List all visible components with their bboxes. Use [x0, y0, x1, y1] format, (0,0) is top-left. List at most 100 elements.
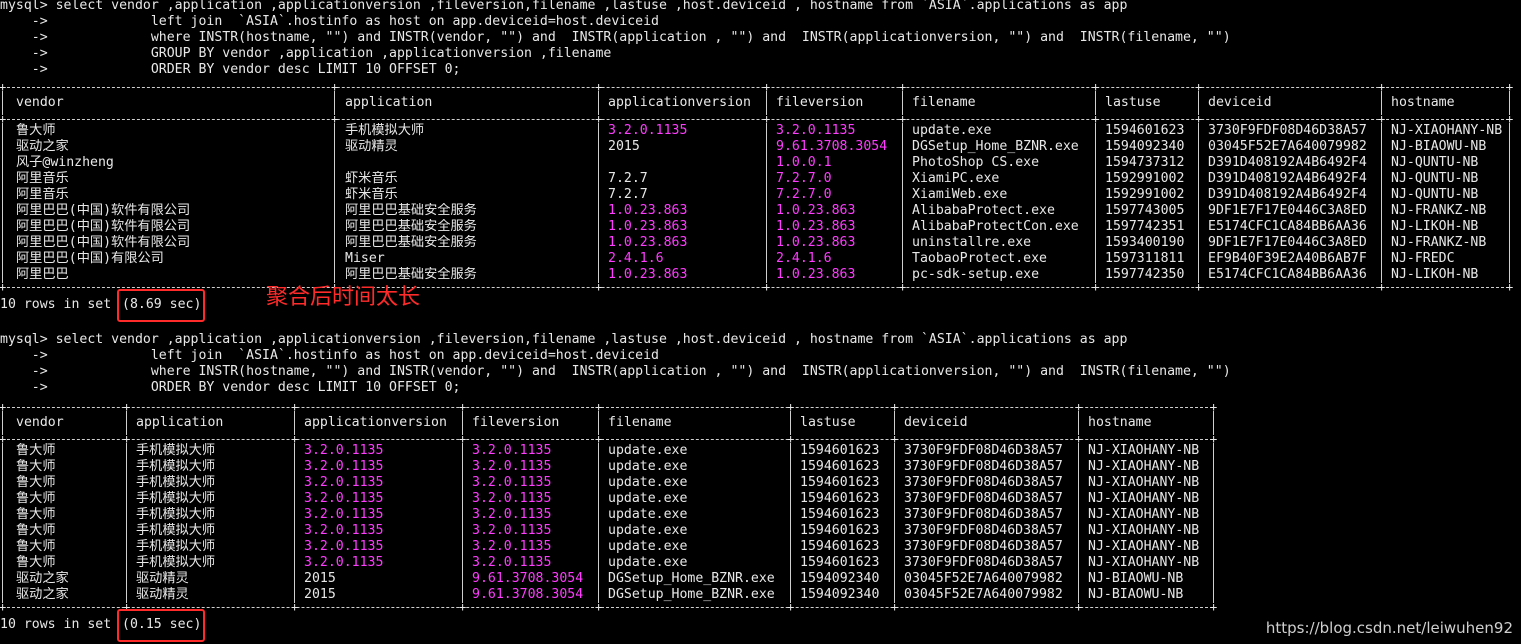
table-cell[interactable]: 2015 — [608, 139, 640, 155]
table-cell[interactable]: 3.2.0.1135 — [304, 443, 383, 459]
table-cell[interactable]: 9.61.3708.3054 — [472, 571, 583, 587]
table-cell[interactable]: 1597742351 — [1105, 219, 1184, 235]
table-cell[interactable]: 阿里巴巴(中国)有限公司 — [16, 251, 164, 267]
table-cell[interactable]: AlibabaProtect.exe — [912, 203, 1055, 219]
table-cell[interactable]: 1.0.23.863 — [608, 219, 687, 235]
table-cell[interactable]: NJ-XIAOHANY-NB — [1088, 555, 1199, 571]
table-cell[interactable]: 3.2.0.1135 — [472, 555, 551, 571]
table-cell[interactable]: 手机模拟大师 — [136, 459, 215, 475]
table-cell[interactable]: 1594601623 — [800, 523, 879, 539]
table-cell[interactable]: 9DF1E7F17E0446C3A8ED — [1208, 203, 1367, 219]
table-cell[interactable]: NJ-XIAOHANY-NB — [1088, 475, 1199, 491]
table-cell[interactable]: 1597311811 — [1105, 251, 1184, 267]
table-cell[interactable]: 3.2.0.1135 — [608, 123, 687, 139]
table-cell[interactable]: 3.2.0.1135 — [472, 491, 551, 507]
table-cell[interactable]: 1594601623 — [800, 555, 879, 571]
table-cell[interactable]: DGSetup_Home_BZNR.exe — [912, 139, 1079, 155]
table-cell[interactable]: update.exe — [608, 555, 687, 571]
table-cell[interactable]: 驱动精灵 — [136, 587, 189, 603]
table-cell[interactable]: 03045F52E7A640079982 — [1208, 139, 1367, 155]
table-cell[interactable]: 鲁大师 — [16, 523, 56, 539]
table-cell[interactable]: update.exe — [608, 459, 687, 475]
table-cell[interactable]: 1594737312 — [1105, 155, 1184, 171]
table-cell[interactable]: 手机模拟大师 — [136, 443, 215, 459]
table-cell[interactable]: 2.4.1.6 — [776, 251, 832, 267]
table-cell[interactable]: 阿里巴巴基础安全服务 — [345, 235, 477, 251]
table-cell[interactable]: D391D408192A4B6492F4 — [1208, 171, 1367, 187]
table-header-applicationversion[interactable]: applicationversion — [608, 95, 751, 111]
table-cell[interactable]: 3.2.0.1135 — [304, 459, 383, 475]
table-cell[interactable]: 1594092340 — [800, 587, 879, 603]
table-cell[interactable]: 03045F52E7A640079982 — [904, 571, 1063, 587]
table-cell[interactable]: 鲁大师 — [16, 555, 56, 571]
table-cell[interactable]: 阿里巴巴 — [16, 267, 69, 283]
table-cell[interactable]: 3.2.0.1135 — [304, 523, 383, 539]
table-cell[interactable]: 3.2.0.1135 — [304, 555, 383, 571]
table-cell[interactable]: 9.61.3708.3054 — [776, 139, 887, 155]
table-cell[interactable]: 1594601623 — [800, 491, 879, 507]
table-cell[interactable]: 1.0.23.863 — [608, 203, 687, 219]
table-cell[interactable]: PhotoShop CS.exe — [912, 155, 1039, 171]
table-cell[interactable]: NJ-XIAOHANY-NB — [1088, 491, 1199, 507]
table-cell[interactable]: update.exe — [608, 523, 687, 539]
table-header-hostname[interactable]: hostname — [1088, 415, 1152, 431]
table-cell[interactable]: 3730F9FDF08D46D38A57 — [904, 507, 1063, 523]
table-cell[interactable]: update.exe — [912, 123, 991, 139]
table-cell[interactable]: update.exe — [608, 539, 687, 555]
table-cell[interactable]: 3730F9FDF08D46D38A57 — [904, 555, 1063, 571]
table-header-application[interactable]: application — [345, 95, 432, 111]
table-cell[interactable]: 7.2.7 — [608, 171, 648, 187]
table-cell[interactable]: EF9B40F39E2A40B6AB7F — [1208, 251, 1367, 267]
table-cell[interactable]: 3.2.0.1135 — [472, 507, 551, 523]
table-cell[interactable]: 鲁大师 — [16, 443, 56, 459]
table-cell[interactable]: 手机模拟大师 — [136, 507, 215, 523]
table-cell[interactable]: 驱动之家 — [16, 587, 69, 603]
table-cell[interactable]: NJ-LIKOH-NB — [1391, 267, 1478, 283]
table-cell[interactable]: D391D408192A4B6492F4 — [1208, 187, 1367, 203]
table-cell[interactable]: 阿里巴巴(中国)软件有限公司 — [16, 203, 190, 219]
table-cell[interactable]: NJ-FRANKZ-NB — [1391, 203, 1486, 219]
table-cell[interactable]: TaobaoProtect.exe — [912, 251, 1047, 267]
table-cell[interactable]: 3730F9FDF08D46D38A57 — [1208, 123, 1367, 139]
table-cell[interactable]: 7.2.7.0 — [776, 171, 832, 187]
table-cell[interactable]: 9.61.3708.3054 — [472, 587, 583, 603]
table-cell[interactable]: 3.2.0.1135 — [472, 523, 551, 539]
table-header-fileversion[interactable]: fileversion — [472, 415, 559, 431]
table-cell[interactable]: 3.2.0.1135 — [472, 443, 551, 459]
table-cell[interactable]: uninstallre.exe — [912, 235, 1031, 251]
table-cell[interactable]: NJ-XIAOHANY-NB — [1088, 443, 1199, 459]
table-header-filename[interactable]: filename — [912, 95, 976, 111]
table-cell[interactable]: 虾米音乐 — [345, 171, 398, 187]
table-cell[interactable]: 手机模拟大师 — [136, 555, 215, 571]
table-cell[interactable]: 手机模拟大师 — [136, 539, 215, 555]
table-header-lastuse[interactable]: lastuse — [800, 415, 856, 431]
table-cell[interactable]: 2015 — [304, 571, 336, 587]
table-cell[interactable]: XiamiWeb.exe — [912, 187, 1007, 203]
table-cell[interactable]: 阿里音乐 — [16, 187, 69, 203]
table-cell[interactable]: NJ-XIAOHANY-NB — [1088, 507, 1199, 523]
table-cell[interactable]: 7.2.7 — [608, 187, 648, 203]
table-cell[interactable]: 1594601623 — [800, 459, 879, 475]
table-cell[interactable]: 驱动精灵 — [136, 571, 189, 587]
table-header-fileversion[interactable]: fileversion — [776, 95, 863, 111]
table-cell[interactable]: 3730F9FDF08D46D38A57 — [904, 459, 1063, 475]
table-cell[interactable]: 3.2.0.1135 — [304, 507, 383, 523]
table-cell[interactable]: E5174CFC1CA84BB6AA36 — [1208, 219, 1367, 235]
table-cell[interactable]: 3.2.0.1135 — [776, 123, 855, 139]
table-cell[interactable]: NJ-LIKOH-NB — [1391, 219, 1478, 235]
table-cell[interactable]: 鲁大师 — [16, 491, 56, 507]
table-cell[interactable]: 3730F9FDF08D46D38A57 — [904, 443, 1063, 459]
table-cell[interactable]: 1597742350 — [1105, 267, 1184, 283]
table-cell[interactable]: 阿里音乐 — [16, 171, 69, 187]
table-cell[interactable]: 手机模拟大师 — [345, 123, 424, 139]
table-cell[interactable]: 3730F9FDF08D46D38A57 — [904, 475, 1063, 491]
table-cell[interactable]: 阿里巴巴基础安全服务 — [345, 203, 477, 219]
table-cell[interactable]: 鲁大师 — [16, 475, 56, 491]
table-cell[interactable]: 3.2.0.1135 — [472, 475, 551, 491]
table-cell[interactable]: 阿里巴巴(中国)软件有限公司 — [16, 235, 190, 251]
table-cell[interactable]: 鲁大师 — [16, 459, 56, 475]
table-cell[interactable]: update.exe — [608, 443, 687, 459]
table-cell[interactable]: 3730F9FDF08D46D38A57 — [904, 491, 1063, 507]
table-header-deviceid[interactable]: deviceid — [1208, 95, 1272, 111]
table-cell[interactable]: DGSetup_Home_BZNR.exe — [608, 587, 775, 603]
